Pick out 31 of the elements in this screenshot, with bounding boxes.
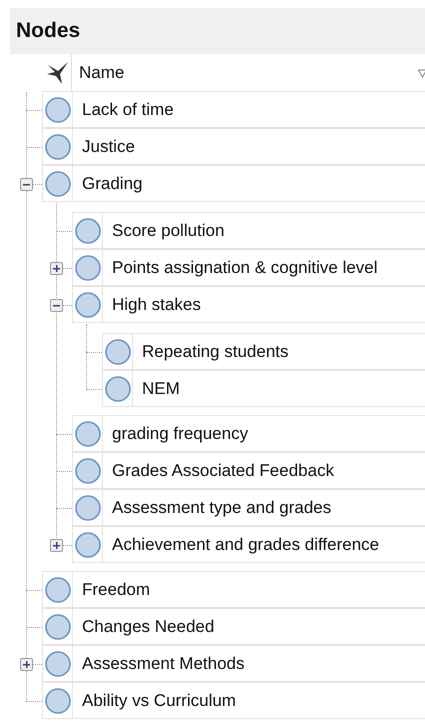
star-icon	[45, 61, 69, 85]
panel-title: Nodes	[16, 19, 80, 42]
node-icon	[44, 650, 70, 676]
node-icon	[44, 576, 70, 602]
node-name[interactable]: Justice	[73, 134, 135, 160]
node-name[interactable]: High stakes	[103, 292, 201, 318]
column-header[interactable]: Name	[72, 60, 418, 86]
node-name[interactable]: Grading	[73, 170, 142, 196]
node-name[interactable]: Freedom	[73, 576, 150, 602]
expand-button[interactable]	[20, 658, 33, 671]
node-icon	[44, 614, 70, 640]
node-icon	[104, 338, 130, 364]
filter-icon[interactable]	[418, 68, 425, 78]
node-icon	[104, 376, 130, 402]
collapse-button[interactable]	[20, 178, 33, 191]
node-icon	[44, 688, 70, 714]
collapse-button[interactable]	[50, 299, 63, 312]
node-icon	[44, 134, 70, 160]
node-icon	[74, 458, 100, 484]
expand-button[interactable]	[50, 539, 63, 552]
node-icon	[44, 96, 70, 122]
node-name[interactable]: Lack of time	[73, 96, 174, 122]
node-icon	[74, 420, 100, 446]
expand-button[interactable]	[50, 262, 63, 275]
node-icon	[74, 494, 100, 520]
node-icon	[74, 532, 100, 558]
node-name[interactable]: NEM	[133, 376, 180, 402]
node-icon	[44, 170, 70, 196]
node-icon	[74, 254, 100, 280]
node-icon	[74, 292, 100, 318]
node-icon	[74, 218, 100, 244]
